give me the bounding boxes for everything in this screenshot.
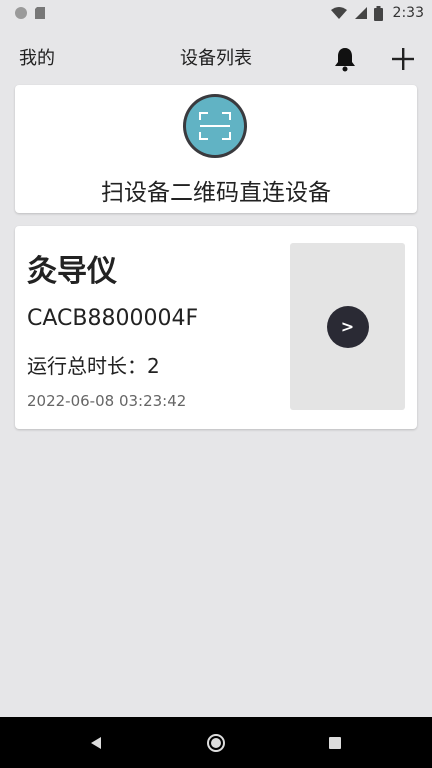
page-title: 设备列表 bbox=[180, 48, 252, 69]
device-action-panel: > bbox=[290, 243, 405, 410]
app-header: 我的 设备列表 bbox=[0, 30, 432, 86]
status-left bbox=[14, 6, 46, 20]
device-card[interactable]: 灸导仪 CACB8800004F 运行总时长：2 2022-06-08 03:2… bbox=[15, 226, 417, 429]
sd-card-icon bbox=[35, 7, 45, 19]
wifi-icon bbox=[330, 7, 347, 19]
qr-scan-icon bbox=[199, 112, 231, 140]
circle-notification-icon bbox=[15, 7, 27, 19]
scan-button-inner bbox=[186, 97, 244, 155]
device-id: CACB8800004F bbox=[27, 306, 199, 331]
battery-icon bbox=[373, 5, 383, 21]
status-right: 2:33 bbox=[330, 5, 424, 21]
device-timestamp: 2022-06-08 03:23:42 bbox=[27, 392, 187, 410]
device-go-button[interactable]: > bbox=[326, 305, 369, 348]
status-time: 2:33 bbox=[392, 5, 424, 21]
device-name: 灸导仪 bbox=[27, 254, 117, 289]
scan-card[interactable]: 扫设备二维码直连设备 bbox=[15, 85, 417, 213]
status-bar: 2:33 bbox=[0, 0, 432, 26]
home-icon[interactable] bbox=[206, 733, 226, 753]
device-runtime: 运行总时长：2 bbox=[27, 354, 160, 378]
bell-icon[interactable] bbox=[333, 46, 357, 72]
cell-signal-icon bbox=[354, 7, 367, 19]
profile-link[interactable]: 我的 bbox=[19, 44, 55, 70]
scan-button[interactable] bbox=[183, 94, 247, 158]
system-nav-bar bbox=[0, 717, 432, 768]
back-icon[interactable] bbox=[88, 735, 104, 751]
plus-icon[interactable] bbox=[390, 46, 416, 72]
recent-apps-icon[interactable] bbox=[328, 736, 342, 750]
scan-label: 扫设备二维码直连设备 bbox=[101, 180, 331, 206]
